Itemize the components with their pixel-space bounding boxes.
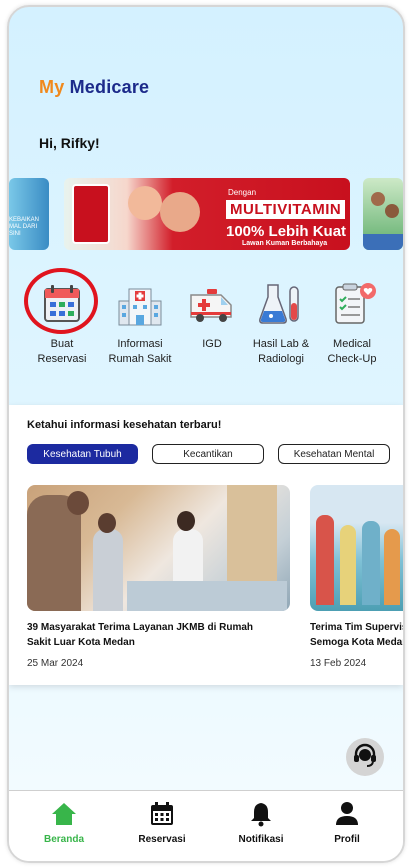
menu-buat-reservasi[interactable]: Buat Reservasi [20, 279, 104, 367]
tab-profil[interactable]: Profil [307, 801, 387, 845]
tab-label: Beranda [43, 834, 84, 845]
support-button[interactable] [346, 738, 384, 776]
category-pill-kesehatan-mental[interactable]: Kesehatan Mental [278, 444, 390, 464]
menu-label: Rumah Sakit [108, 353, 172, 365]
headset-icon [352, 742, 378, 773]
tab-beranda[interactable]: Beranda [24, 801, 104, 845]
tab-label: Reservasi [138, 834, 186, 845]
banner-lifebuoy[interactable]: Dengan MULTIVITAMIN 100% Lebih Kuat Lawa… [64, 178, 350, 250]
health-info-section: Ketahui informasi kesehatan terbaru! Kes… [9, 405, 403, 685]
calendar-icon [37, 279, 87, 329]
menu-label: Buat [50, 338, 74, 350]
tab-reservasi[interactable]: Reservasi [122, 801, 202, 845]
banner-right-figure [371, 192, 385, 206]
category-pill-kecantikan[interactable]: Kecantikan [152, 444, 264, 464]
greeting: Hi, Rifky! [39, 135, 100, 151]
child-photo [128, 186, 162, 220]
news-date: 13 Feb 2024 [310, 658, 367, 669]
headline-line: 39 Masyarakat Terima Layanan JKMB di Rum… [27, 622, 254, 633]
app-logo: My Medicare [39, 77, 149, 98]
banner-title: MULTIVITAMIN [226, 200, 346, 219]
banner-left-text: KEBAIKAN MAL DARI SINI [9, 217, 40, 237]
news-image [310, 485, 403, 611]
banner-left[interactable]: KEBAIKAN MAL DARI SINI [9, 178, 49, 250]
banner-tagline: Lawan Kuman Berbahaya [242, 240, 328, 247]
news-card[interactable]: Terima Tim Supervisi Semoga Kota Medan 1… [310, 485, 403, 669]
product-box-image [72, 184, 110, 244]
mother-photo [160, 192, 200, 232]
news-date: 25 Mar 2024 [27, 658, 84, 669]
banner-intro: Dengan [228, 188, 257, 197]
menu-label: Medical [333, 338, 371, 350]
tab-label: Notifikasi [238, 834, 284, 845]
headline-line: Terima Tim Supervisi [310, 622, 403, 633]
promo-carousel[interactable]: KEBAIKAN MAL DARI SINI Dengan MULTIVITAM… [9, 178, 403, 250]
user-icon [307, 801, 387, 827]
quick-menu: Buat Reservasi Informasi Rumah Sakit IGD… [9, 279, 403, 379]
menu-label: Check-Up [327, 353, 377, 365]
category-pill-kesehatan-tubuh[interactable]: Kesehatan Tubuh [27, 444, 138, 464]
tab-notifikasi[interactable]: Notifikasi [221, 801, 301, 845]
news-card[interactable]: 39 Masyarakat Terima Layanan JKMB di Rum… [27, 485, 290, 669]
hospital-icon [115, 279, 165, 329]
section-title: Ketahui informasi kesehatan terbaru! [27, 419, 222, 431]
calendar-icon [122, 801, 202, 827]
ambulance-icon [187, 279, 237, 329]
clipboard-heart-icon [327, 279, 377, 329]
news-headline: Terima Tim Supervisi Semoga Kota Medan [310, 620, 403, 650]
menu-label: Reservasi [37, 353, 87, 365]
news-image [27, 485, 290, 611]
banner-right-figure [363, 234, 403, 250]
lab-flask-icon [256, 279, 306, 329]
banner-right-figure [385, 204, 399, 218]
menu-medical-check-up[interactable]: Medical Check-Up [310, 279, 394, 367]
headline-line: Semoga Kota Medan [310, 637, 403, 648]
home-icon [24, 801, 104, 827]
brand-medicare: Medicare [69, 77, 150, 97]
banner-claim: 100% Lebih Kuat [226, 223, 347, 240]
banner-right[interactable] [363, 178, 403, 250]
headline-line: Sakit Luar Kota Medan [27, 637, 135, 648]
bottom-nav: Beranda Reservasi Notifikasi Profil [9, 790, 403, 861]
phone-frame: My Medicare Hi, Rifky! KEBAIKAN MAL DARI… [7, 5, 405, 863]
tab-label: Profil [334, 834, 360, 845]
news-headline: 39 Masyarakat Terima Layanan JKMB di Rum… [27, 620, 290, 650]
bell-icon [221, 801, 301, 827]
brand-my: My [39, 77, 65, 97]
